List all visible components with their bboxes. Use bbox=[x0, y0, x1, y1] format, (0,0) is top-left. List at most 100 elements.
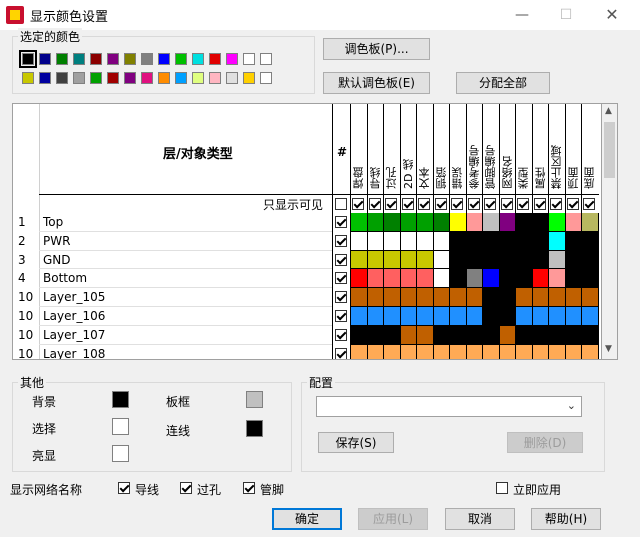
row-visible-checkbox[interactable] bbox=[335, 272, 347, 285]
color-cell[interactable] bbox=[433, 231, 450, 251]
pins-checkbox[interactable] bbox=[243, 482, 255, 494]
row-visible-checkbox[interactable] bbox=[335, 216, 347, 228]
connection-color-swatch[interactable] bbox=[246, 420, 263, 437]
column-visible-checkbox[interactable] bbox=[434, 198, 447, 210]
color-swatch[interactable] bbox=[90, 53, 102, 65]
color-cell[interactable] bbox=[351, 250, 368, 270]
color-swatch[interactable] bbox=[243, 72, 255, 84]
color-cell[interactable] bbox=[433, 250, 450, 270]
row-visible-checkbox[interactable] bbox=[335, 234, 347, 247]
color-cell[interactable] bbox=[384, 269, 401, 289]
color-cell[interactable] bbox=[499, 250, 516, 270]
column-visible-checkbox[interactable] bbox=[352, 198, 364, 210]
color-cell[interactable] bbox=[582, 344, 599, 359]
color-cell[interactable] bbox=[384, 250, 401, 270]
color-swatch[interactable] bbox=[158, 72, 170, 84]
column-visible-checkbox[interactable] bbox=[550, 198, 562, 210]
color-cell[interactable] bbox=[582, 213, 599, 232]
color-cell[interactable] bbox=[582, 325, 599, 345]
color-cell[interactable] bbox=[351, 269, 368, 289]
color-cell[interactable] bbox=[384, 307, 401, 326]
color-cell[interactable] bbox=[450, 288, 467, 307]
board-frame-color-swatch[interactable] bbox=[246, 391, 263, 408]
color-cell[interactable] bbox=[549, 344, 566, 359]
row-visible-checkbox[interactable] bbox=[335, 291, 347, 304]
color-cell[interactable] bbox=[483, 250, 500, 270]
color-cell[interactable] bbox=[582, 250, 599, 270]
color-cell[interactable] bbox=[532, 250, 549, 270]
color-cell[interactable] bbox=[532, 213, 549, 232]
color-cell[interactable] bbox=[367, 288, 384, 307]
apply-button[interactable]: 应用(L) bbox=[358, 508, 428, 530]
color-swatch[interactable] bbox=[175, 72, 187, 84]
color-cell[interactable] bbox=[384, 231, 401, 251]
color-cell[interactable] bbox=[466, 325, 483, 345]
color-cell[interactable] bbox=[532, 325, 549, 345]
color-cell[interactable] bbox=[565, 325, 582, 345]
help-button[interactable]: 帮助(H) bbox=[531, 508, 601, 530]
color-cell[interactable] bbox=[499, 213, 516, 232]
color-cell[interactable] bbox=[384, 288, 401, 307]
color-swatch[interactable] bbox=[73, 53, 85, 65]
scroll-thumb[interactable] bbox=[604, 122, 615, 178]
color-cell[interactable] bbox=[417, 307, 434, 326]
vias-checkbox[interactable] bbox=[180, 482, 192, 494]
color-cell[interactable] bbox=[532, 288, 549, 307]
color-swatch[interactable] bbox=[260, 53, 272, 65]
color-cell[interactable] bbox=[400, 231, 417, 251]
highlight-color-swatch[interactable] bbox=[112, 445, 129, 462]
column-visible-checkbox[interactable] bbox=[533, 198, 546, 210]
color-cell[interactable] bbox=[450, 325, 467, 345]
color-cell[interactable] bbox=[433, 344, 450, 359]
color-cell[interactable] bbox=[400, 344, 417, 359]
color-cell[interactable] bbox=[433, 269, 450, 289]
color-cell[interactable] bbox=[483, 213, 500, 232]
color-swatch[interactable] bbox=[209, 53, 221, 65]
color-cell[interactable] bbox=[417, 250, 434, 270]
color-cell[interactable] bbox=[549, 250, 566, 270]
color-swatch[interactable] bbox=[158, 53, 170, 65]
color-swatch[interactable] bbox=[226, 72, 238, 84]
color-cell[interactable] bbox=[532, 307, 549, 326]
color-cell[interactable] bbox=[450, 213, 467, 232]
color-cell[interactable] bbox=[351, 307, 368, 326]
color-cell[interactable] bbox=[400, 213, 417, 232]
layer-color-grid[interactable]: 层/对象类型 # 焊盘 导线 过孔 2D 线文本 铜箔 错误 参考编号 管脚编号 网络名 类型 属性 禁止… bbox=[12, 103, 602, 360]
color-swatch[interactable] bbox=[226, 53, 238, 65]
color-cell[interactable] bbox=[433, 325, 450, 345]
color-cell[interactable] bbox=[417, 213, 434, 232]
color-cell[interactable] bbox=[549, 231, 566, 251]
color-cell[interactable] bbox=[582, 288, 599, 307]
color-cell[interactable] bbox=[367, 213, 384, 232]
show-visible-checkbox[interactable] bbox=[335, 198, 347, 210]
color-cell[interactable] bbox=[417, 269, 434, 289]
cancel-button[interactable]: 取消 bbox=[445, 508, 515, 530]
color-cell[interactable] bbox=[532, 231, 549, 251]
color-cell[interactable] bbox=[384, 213, 401, 232]
color-cell[interactable] bbox=[433, 307, 450, 326]
scroll-down-icon[interactable]: ▼ bbox=[605, 344, 612, 354]
color-cell[interactable] bbox=[483, 344, 500, 359]
column-visible-checkbox[interactable] bbox=[566, 198, 579, 210]
color-cell[interactable] bbox=[499, 344, 516, 359]
close-button[interactable]: ✕ bbox=[590, 0, 634, 30]
color-cell[interactable] bbox=[450, 344, 467, 359]
column-visible-checkbox[interactable] bbox=[451, 198, 463, 210]
color-cell[interactable] bbox=[466, 231, 483, 251]
assign-all-button[interactable]: 分配全部 bbox=[456, 72, 550, 94]
color-swatch[interactable] bbox=[39, 72, 51, 84]
color-cell[interactable] bbox=[499, 269, 516, 289]
minimize-button[interactable]: — bbox=[500, 0, 544, 30]
color-cell[interactable] bbox=[483, 269, 500, 289]
color-cell[interactable] bbox=[582, 231, 599, 251]
color-cell[interactable] bbox=[351, 325, 368, 345]
scroll-up-icon[interactable]: ▲ bbox=[605, 106, 612, 116]
column-visible-checkbox[interactable] bbox=[484, 198, 496, 210]
color-cell[interactable] bbox=[367, 307, 384, 326]
color-cell[interactable] bbox=[466, 269, 483, 289]
color-swatch[interactable] bbox=[124, 53, 136, 65]
color-swatch[interactable] bbox=[39, 53, 51, 65]
color-swatch[interactable] bbox=[73, 72, 85, 84]
column-visible-checkbox[interactable] bbox=[500, 198, 513, 210]
color-cell[interactable] bbox=[565, 269, 582, 289]
